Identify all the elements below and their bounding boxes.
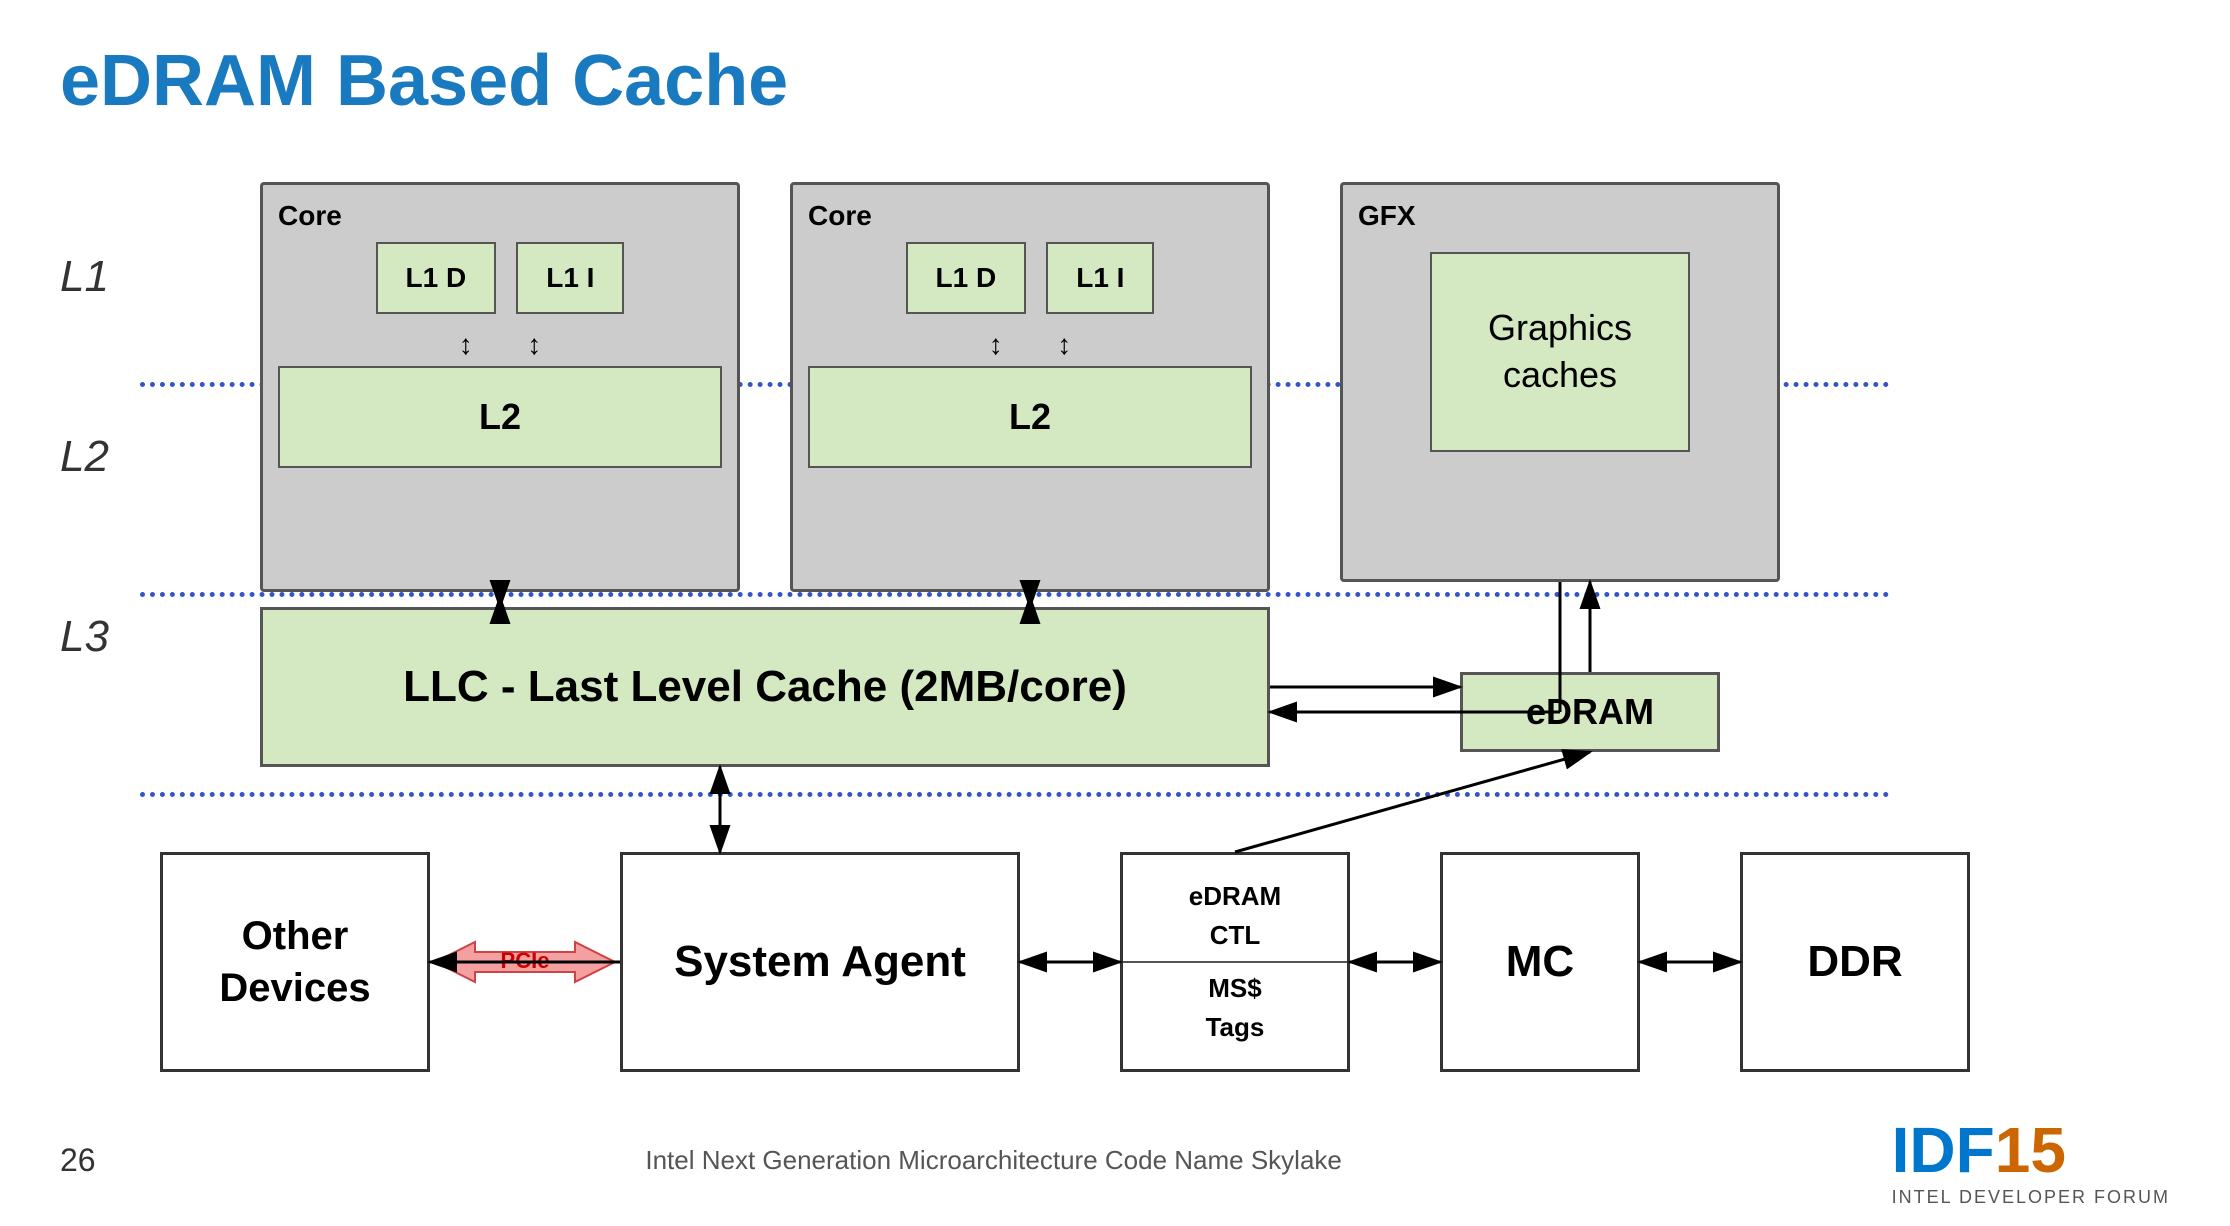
edram-ctl-box: eDRAMCTL MS$Tags [1120,852,1350,1072]
logo-sub-text: INTEL DEVELOPER FORUM [1892,1187,2170,1208]
core1-label: Core [278,200,722,232]
llc-box: LLC - Last Level Cache (2MB/core) [260,607,1270,767]
logo-idf-text: IDF15 [1892,1114,2066,1186]
label-l1: L1 [60,252,109,302]
pcie-arrow-svg: PCIe [435,932,615,992]
footer: 26 Intel Next Generation Microarchitectu… [60,1113,2170,1208]
gfx-box: GFX Graphicscaches [1340,182,1780,582]
label-l3: L3 [60,612,109,662]
ddr-box: DDR [1740,852,1970,1072]
core1-l1d-chip: L1 D [376,242,497,314]
system-agent-box: System Agent [620,852,1020,1072]
idf-logo: IDF15 INTEL DEVELOPER FORUM [1892,1113,2170,1208]
page-title: eDRAM Based Cache [60,40,2170,122]
edram-box: eDRAM [1460,672,1720,752]
core-box-2: Core L1 D L1 I ↕ ↕ L2 [790,182,1270,592]
core2-l1d-chip: L1 D [906,242,1027,314]
edram-label: eDRAM [1526,691,1654,733]
dotted-line-l3 [140,792,1890,797]
mc-box: MC [1440,852,1640,1072]
other-devices-label: OtherDevices [219,910,370,1014]
core-box-1: Core L1 D L1 I ↕ ↕ L2 [260,182,740,592]
footer-page-number: 26 [60,1142,96,1179]
core2-l2-chip: L2 [808,366,1252,468]
diagram-area: L1 L2 L3 Core L1 D L1 I ↕ ↕ L2 Core L1 D… [60,152,2170,1132]
slide: eDRAM Based Cache L1 L2 L3 Core L1 D L1 … [0,0,2230,1226]
system-agent-label: System Agent [674,937,966,987]
graphics-caches-chip: Graphicscaches [1430,252,1690,452]
ddr-label: DDR [1807,937,1902,987]
pcie-arrow-area: PCIe [435,937,615,987]
graphics-caches-text: Graphicscaches [1488,305,1632,399]
edram-ctl-label: eDRAMCTL [1189,877,1281,955]
pcie-text: PCIe [501,948,550,973]
core1-l1i-chip: L1 I [516,242,624,314]
core2-l1-chips: L1 D L1 I [808,242,1252,314]
core1-l2-chip: L2 [278,366,722,468]
core2-arrow-ud: ↕ ↕ [808,329,1252,361]
gfx-label: GFX [1358,200,1762,232]
label-l2: L2 [60,432,109,482]
dotted-line-l2 [140,592,1890,597]
core1-arrow-ud: ↕ ↕ [278,329,722,361]
other-devices-box: OtherDevices [160,852,430,1072]
llc-label: LLC - Last Level Cache (2MB/core) [403,662,1127,712]
footer-text: Intel Next Generation Microarchitecture … [645,1145,1342,1176]
core2-label: Core [808,200,1252,232]
core2-l1i-chip: L1 I [1046,242,1154,314]
core1-l1-chips: L1 D L1 I [278,242,722,314]
mc-label: MC [1506,937,1574,987]
footer-logo: IDF15 INTEL DEVELOPER FORUM [1892,1113,2170,1208]
ms-tags-label: MS$Tags [1206,969,1265,1047]
